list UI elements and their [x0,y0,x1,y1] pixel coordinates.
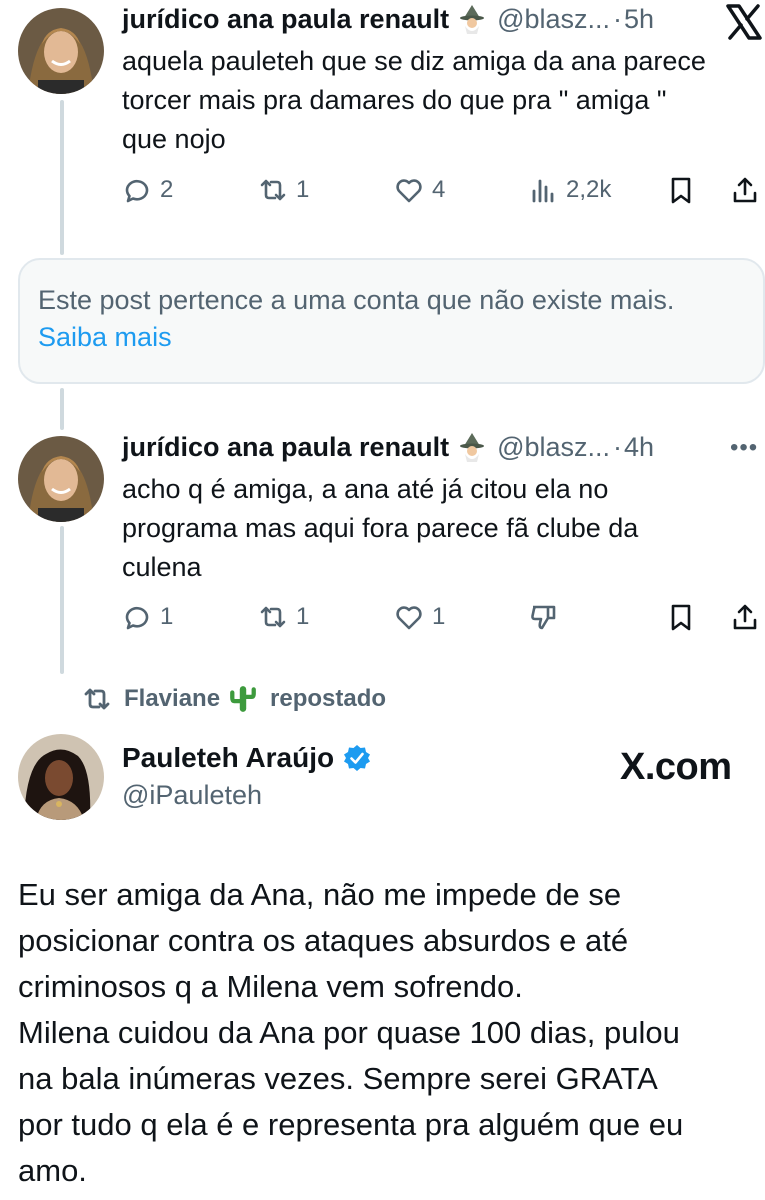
like-button[interactable]: 4 [394,170,445,210]
tweet-text: acho q é amiga, a ana até já citou ela n… [122,470,752,587]
bookmark-icon [671,177,691,204]
cactus-emoji [230,686,256,712]
tweet-actions: 2 1 4 2,2k [122,170,762,210]
tweet-text-line: aquela pauleteh que se diz amiga da ana … [122,46,706,76]
repost-icon [260,179,286,201]
deleted-post-notice: Este post pertence a uma conta que não e… [18,258,765,384]
repost-label: repostado [270,685,387,712]
xcom-watermark: X.com [620,746,732,788]
share-button[interactable] [730,170,760,210]
thread-line [60,388,64,430]
reply-icon [125,606,149,630]
post-text-line: Milena cuidou da Ana por quase 100 dias,… [18,1015,680,1050]
post-text-line: Eu ser amiga da Ana, não me impede de se [18,877,622,912]
reply-count: 1 [160,603,174,630]
notice-message: Este post pertence a uma conta que não e… [38,285,675,315]
post-text-line: posicionar contra os ataques absurdos e … [18,923,629,958]
tweet-actions: 1 1 1 [122,597,762,637]
bookmark-icon [671,604,691,631]
reposter-name[interactable]: Flaviane [124,685,220,713]
dislike-button[interactable] [528,597,558,637]
separator-dot: · [613,432,623,462]
repost-icon [260,606,286,628]
tweet-text-line: torcer mais pra damares do que pra " ami… [122,85,667,115]
post-text-line: por tudo q ela é e representa pra alguém… [18,1107,684,1142]
bookmark-button[interactable] [666,170,696,210]
like-button[interactable]: 1 [394,597,445,637]
tweet-text-line: programa mas aqui fora parece fã clube d… [122,513,639,543]
verified-icon [344,745,371,771]
timestamp[interactable]: 4h [624,430,654,464]
views-count: 2,2k [566,176,612,203]
repost-icon [84,688,110,710]
avatar[interactable] [18,734,104,820]
views-button[interactable]: 2,2k [528,170,611,210]
more-icon[interactable]: ••• [730,434,758,462]
tweet-header: jurídico ana paula renault @blasz... · 5… [122,2,654,36]
like-icon [396,179,422,203]
post-text-line: amo. [18,1153,87,1188]
dislike-icon [531,605,556,630]
quoted-author-label: Pauleteh Araújo [122,742,335,773]
post-text-line: na bala inúmeras vezes. Sempre serei GRA… [18,1061,658,1096]
like-count: 1 [432,603,446,630]
share-button[interactable] [730,597,760,637]
bookmark-button[interactable] [666,597,696,637]
repost-count: 1 [296,603,310,630]
repost-count: 1 [296,176,310,203]
share-icon [733,177,757,203]
tweet-text: aquela pauleteh que se diz amiga da ana … [122,42,752,159]
views-icon [532,179,554,203]
avatar[interactable] [18,8,104,94]
tweet-text-line: acho q é amiga, a ana até já citou ela n… [122,474,609,504]
wizard-emoji [460,433,485,462]
quoted-author-name[interactable]: Pauleteh Araújo [122,742,372,774]
learn-more-link[interactable]: Saiba mais [38,319,745,356]
separator-dot: · [613,4,623,34]
tweet-header: jurídico ana paula renault @blasz... · 4… [122,430,654,464]
wizard-emoji [460,5,485,34]
tweet-text-line: culena [122,552,202,582]
repost-indicator[interactable]: Flaviane repostado [82,684,386,714]
like-count: 4 [432,176,446,203]
author-name[interactable]: jurídico ana paula renault [122,2,449,36]
reply-icon [125,179,149,203]
quoted-author-handle[interactable]: @iPauleteh [122,780,262,811]
author-handle[interactable]: @blasz... [497,430,610,464]
timestamp[interactable]: 5h [624,2,654,36]
like-icon [396,606,422,630]
thread-line [60,526,64,674]
x-logo-icon[interactable] [724,2,764,42]
tweet-text-line: que nojo [122,124,226,154]
post-text-line: criminosos q a Milena vem sofrendo. [18,969,523,1004]
author-handle[interactable]: @blasz... [497,2,610,36]
reply-button[interactable]: 1 [122,597,173,637]
thread-line [60,100,64,255]
repost-button[interactable]: 1 [258,597,309,637]
reply-button[interactable]: 2 [122,170,173,210]
share-icon [733,604,757,630]
quoted-post-text: Eu ser amiga da Ana, não me impede de se… [18,872,758,1194]
reply-count: 2 [160,176,174,203]
author-name[interactable]: jurídico ana paula renault [122,430,449,464]
avatar[interactable] [18,436,104,522]
repost-button[interactable]: 1 [258,170,309,210]
